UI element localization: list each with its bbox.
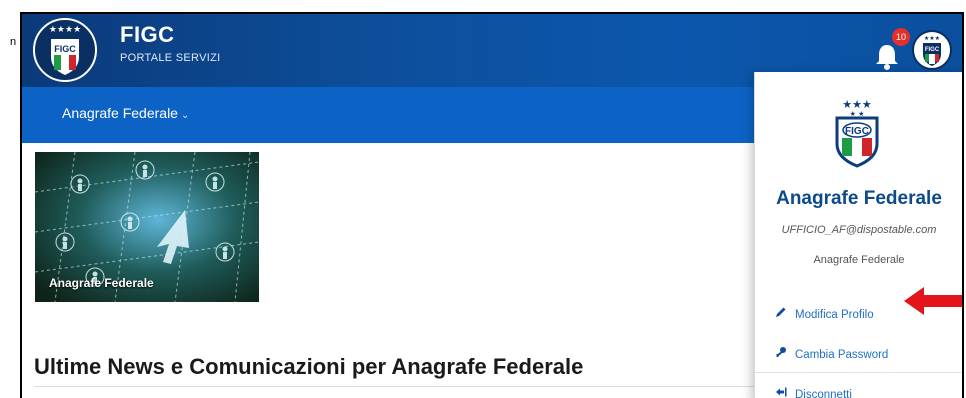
- brand-subtitle: PORTALE SERVIZI: [120, 52, 221, 64]
- sign-out-icon: [775, 386, 789, 398]
- figc-logo[interactable]: ★★★★ FIGC: [32, 17, 98, 83]
- key-icon: [775, 346, 789, 361]
- pencil-icon: [775, 306, 789, 321]
- page-edge-mark: n: [10, 36, 17, 48]
- modifica-profilo-link[interactable]: Modifica Profilo: [775, 306, 874, 321]
- modifica-profilo-label: Modifica Profilo: [795, 309, 874, 321]
- cambia-password-link[interactable]: Cambia Password: [775, 346, 888, 361]
- dropdown-divider: [755, 372, 962, 373]
- red-arrow-annotation-icon: [904, 285, 962, 317]
- notification-badge: 10: [892, 28, 910, 46]
- app-window: ★★★★ FIGC FIGC PORTALE SERVIZI 10 ★★★ FI…: [20, 12, 964, 398]
- user-avatar[interactable]: ★★★ FIGC: [912, 30, 952, 70]
- dropdown-logo-text: FIGC: [845, 126, 869, 137]
- svg-text:★★★★: ★★★★: [49, 25, 81, 35]
- profile-dropdown: ★★★ ★ ★ FIGC Anagrafe Federale UFFICIO_A…: [754, 72, 962, 398]
- heading-divider: [34, 386, 754, 387]
- avatar-logo-text: FIGC: [925, 47, 940, 53]
- bell-icon[interactable]: [874, 42, 900, 70]
- profile-title: Anagrafe Federale: [776, 188, 942, 209]
- chevron-down-icon: ⌄: [180, 110, 190, 121]
- profile-role: Anagrafe Federale: [813, 254, 905, 266]
- logo-text: FIGC: [54, 44, 76, 54]
- svg-text:★★★: ★★★: [924, 35, 940, 42]
- disconnetti-link[interactable]: Disconnetti: [775, 386, 852, 398]
- dropdown-figc-logo: ★★★ ★ ★ FIGC: [831, 94, 883, 168]
- cambia-password-label: Cambia Password: [795, 349, 889, 361]
- news-heading: Ultime News e Comunicazioni per Anagrafe…: [34, 354, 584, 379]
- tile-label: Anagrafe Federale: [49, 276, 154, 290]
- disconnetti-label: Disconnetti: [795, 389, 852, 398]
- service-tile-anagrafe[interactable]: Anagrafe Federale: [35, 152, 259, 302]
- profile-email: UFFICIO_AF@dispostable.com: [781, 224, 937, 236]
- brand-title: FIGC: [120, 22, 175, 47]
- nav-item-anagrafe-federale[interactable]: Anagrafe Federale ⌄: [62, 105, 189, 121]
- nav-item-label: Anagrafe Federale: [62, 105, 178, 121]
